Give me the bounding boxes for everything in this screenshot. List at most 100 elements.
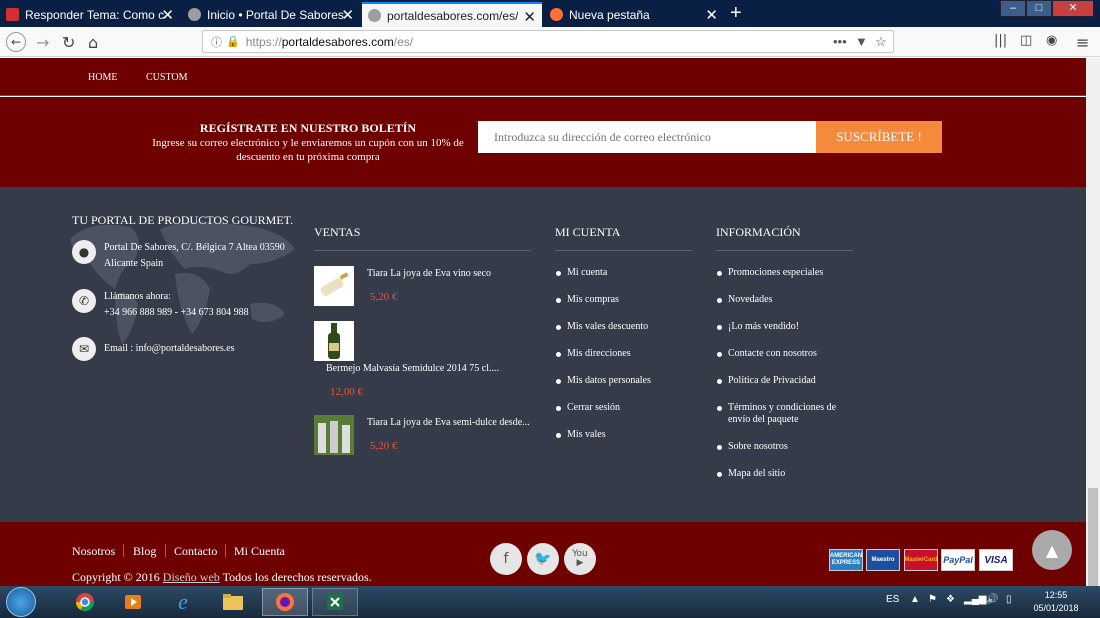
scroll-to-top-button[interactable]: ▲ bbox=[1032, 530, 1072, 570]
bookmark-star-icon[interactable]: ☆ bbox=[875, 34, 887, 50]
divider bbox=[555, 250, 692, 251]
account-link[interactable]: Mis compras bbox=[555, 294, 651, 306]
media-player-icon[interactable] bbox=[112, 588, 154, 616]
site-top-nav: HOME CUSTOM bbox=[0, 58, 1086, 96]
paypal-icon: PayPal bbox=[941, 549, 975, 571]
info-link[interactable]: Mapa del sitio bbox=[716, 468, 856, 480]
envelope-icon: ✉ bbox=[72, 337, 96, 361]
info-links: Promociones especiales Novedades ¡Lo más… bbox=[716, 267, 856, 480]
library-icon[interactable]: ||| bbox=[994, 33, 1007, 48]
phone-label: Llámanos ahora: bbox=[104, 291, 171, 302]
visa-icon: VISA bbox=[979, 549, 1013, 571]
newsletter-description: Ingrese su correo electrónico y le envia… bbox=[152, 137, 464, 163]
nav-custom-link[interactable]: CUSTOM bbox=[146, 72, 188, 83]
info-title: INFORMACIÓN bbox=[716, 225, 801, 239]
address-line: Alicante Spain bbox=[104, 258, 164, 269]
tab-close-icon[interactable]: ✕ bbox=[341, 6, 354, 24]
tab-close-icon[interactable]: ✕ bbox=[705, 6, 718, 24]
info-link[interactable]: Sobre nosotros bbox=[716, 441, 856, 453]
start-button-icon[interactable] bbox=[6, 587, 36, 617]
page-actions-icon[interactable]: ••• bbox=[833, 34, 847, 49]
language-indicator[interactable]: ES bbox=[886, 594, 899, 605]
browser-tab-active[interactable]: portaldesabores.com/es/ ✕ bbox=[362, 2, 542, 27]
account-link[interactable]: Mis direcciones bbox=[555, 348, 651, 360]
account-link[interactable]: Mi cuenta bbox=[555, 267, 651, 279]
account-link[interactable]: Mis datos personales bbox=[555, 375, 651, 387]
browser-nav-bar: ← → ↻ ⌂ ⓘ 🔒 https://portaldesabores.com /… bbox=[0, 27, 1100, 57]
account-link[interactable]: Mis vales bbox=[555, 429, 651, 441]
browser-tab[interactable]: Responder Tema: Como camb ✕ bbox=[0, 2, 180, 27]
nav-home-link[interactable]: HOME bbox=[88, 72, 117, 83]
world-map-background bbox=[70, 221, 295, 344]
page-scrollbar[interactable] bbox=[1086, 58, 1100, 586]
internet-explorer-icon[interactable]: e bbox=[162, 588, 204, 616]
back-icon[interactable]: ← bbox=[6, 32, 26, 52]
home-icon[interactable]: ⌂ bbox=[88, 33, 98, 52]
footer-link-nosotros[interactable]: Nosotros bbox=[72, 544, 115, 559]
facebook-icon[interactable]: f bbox=[490, 543, 522, 575]
dropbox-icon[interactable]: ❖ bbox=[946, 594, 955, 605]
contact-email: ✉ Email : info@portaldesabores.es bbox=[72, 337, 235, 361]
browser-tab[interactable]: Inicio • Portal De Sabores ✕ bbox=[182, 2, 360, 27]
menu-icon[interactable]: ≡ bbox=[1076, 33, 1089, 52]
scrollbar-thumb[interactable] bbox=[1088, 488, 1098, 586]
network-signal-icon[interactable]: ▂▄▆ bbox=[964, 594, 986, 605]
newsletter-title: REGÍSTRATE EN NUESTRO BOLETÍN bbox=[199, 121, 417, 135]
minimize-icon[interactable]: – bbox=[1000, 0, 1026, 17]
twitter-icon[interactable]: 🐦 bbox=[527, 543, 559, 575]
reload-icon[interactable]: ↻ bbox=[62, 33, 75, 52]
tab-close-icon[interactable]: ✕ bbox=[523, 8, 536, 26]
product-image[interactable] bbox=[314, 321, 354, 361]
contact-address: ● Portal De Sabores, C/. Bélgica 7 Altea… bbox=[72, 240, 285, 272]
divider bbox=[314, 250, 531, 251]
volume-icon[interactable]: 🔊 bbox=[986, 594, 998, 605]
browser-tab[interactable]: Nueva pestaña ✕ bbox=[544, 2, 724, 27]
notification-icon[interactable]: ▯ bbox=[1006, 594, 1012, 605]
info-link[interactable]: ¡Lo más vendido! bbox=[716, 321, 856, 333]
extension-icon[interactable]: ◉ bbox=[1046, 33, 1057, 48]
chrome-icon[interactable] bbox=[64, 588, 106, 616]
product-name[interactable]: Tiara La joya de Eva vino seco bbox=[367, 268, 491, 279]
tab-close-icon[interactable]: ✕ bbox=[161, 6, 174, 24]
excel-icon[interactable] bbox=[312, 588, 358, 616]
info-icon[interactable]: ⓘ bbox=[211, 34, 222, 50]
maximize-icon[interactable]: □ bbox=[1026, 0, 1052, 17]
media-player-logo bbox=[125, 595, 141, 609]
tray-expand-icon[interactable]: ▲ bbox=[910, 594, 920, 605]
flag-icon[interactable]: ⚑ bbox=[928, 594, 937, 605]
info-link[interactable]: Contacte con nosotros bbox=[716, 348, 856, 360]
info-link[interactable]: Términos y condiciones de envío del paqu… bbox=[716, 402, 856, 426]
product-name[interactable]: Tiara La joya de Eva semi-dulce desde... bbox=[367, 417, 530, 428]
forward-icon[interactable]: → bbox=[36, 33, 49, 52]
footer-link-contacto[interactable]: Contacto bbox=[174, 544, 217, 559]
footer-link-blog[interactable]: Blog bbox=[133, 544, 156, 559]
info-link[interactable]: Novedades bbox=[716, 294, 856, 306]
url-path: /es/ bbox=[393, 34, 414, 49]
account-link[interactable]: Cerrar sesión bbox=[555, 402, 651, 414]
bottom-bar: Nosotros Blog Contacto Mi Cuenta Copyrig… bbox=[0, 522, 1086, 586]
firefox-logo bbox=[276, 593, 294, 611]
url-bar[interactable]: ⓘ 🔒 https://portaldesabores.com/es/ ••• … bbox=[202, 30, 894, 53]
subscribe-button[interactable]: SUSCRÍBETE ! bbox=[816, 121, 942, 153]
newsletter-email-input[interactable] bbox=[478, 121, 816, 153]
file-explorer-icon[interactable] bbox=[212, 588, 254, 616]
browser-tab-bar: Responder Tema: Como camb ✕ Inicio • Por… bbox=[0, 0, 1100, 27]
firefox-taskbar-icon[interactable] bbox=[262, 588, 308, 616]
footer-link-mi-cuenta[interactable]: Mi Cuenta bbox=[234, 544, 285, 559]
close-window-icon[interactable]: ✕ bbox=[1052, 0, 1094, 17]
product-name[interactable]: Bermejo Malvasía Semidulce 2014 75 cl...… bbox=[326, 363, 499, 374]
youtube-icon[interactable]: You ▶ bbox=[564, 543, 596, 575]
info-link[interactable]: Promociones especiales bbox=[716, 267, 856, 279]
system-clock[interactable]: 12:55 05/01/2018 bbox=[1028, 589, 1084, 615]
excel-logo bbox=[327, 594, 343, 610]
account-link[interactable]: Mis vales descuento bbox=[555, 321, 651, 333]
copyright-link[interactable]: Diseño web bbox=[163, 570, 220, 584]
product-price: 12,00 € bbox=[330, 386, 363, 398]
product-image[interactable] bbox=[314, 415, 354, 455]
new-tab-icon[interactable]: + bbox=[730, 2, 742, 25]
product-image[interactable] bbox=[314, 266, 354, 306]
pocket-icon[interactable]: ▼ bbox=[855, 34, 868, 49]
info-link[interactable]: Política de Privacidad bbox=[716, 375, 856, 387]
sidebar-icon[interactable]: ◫ bbox=[1020, 33, 1032, 48]
chrome-logo bbox=[76, 593, 94, 612]
